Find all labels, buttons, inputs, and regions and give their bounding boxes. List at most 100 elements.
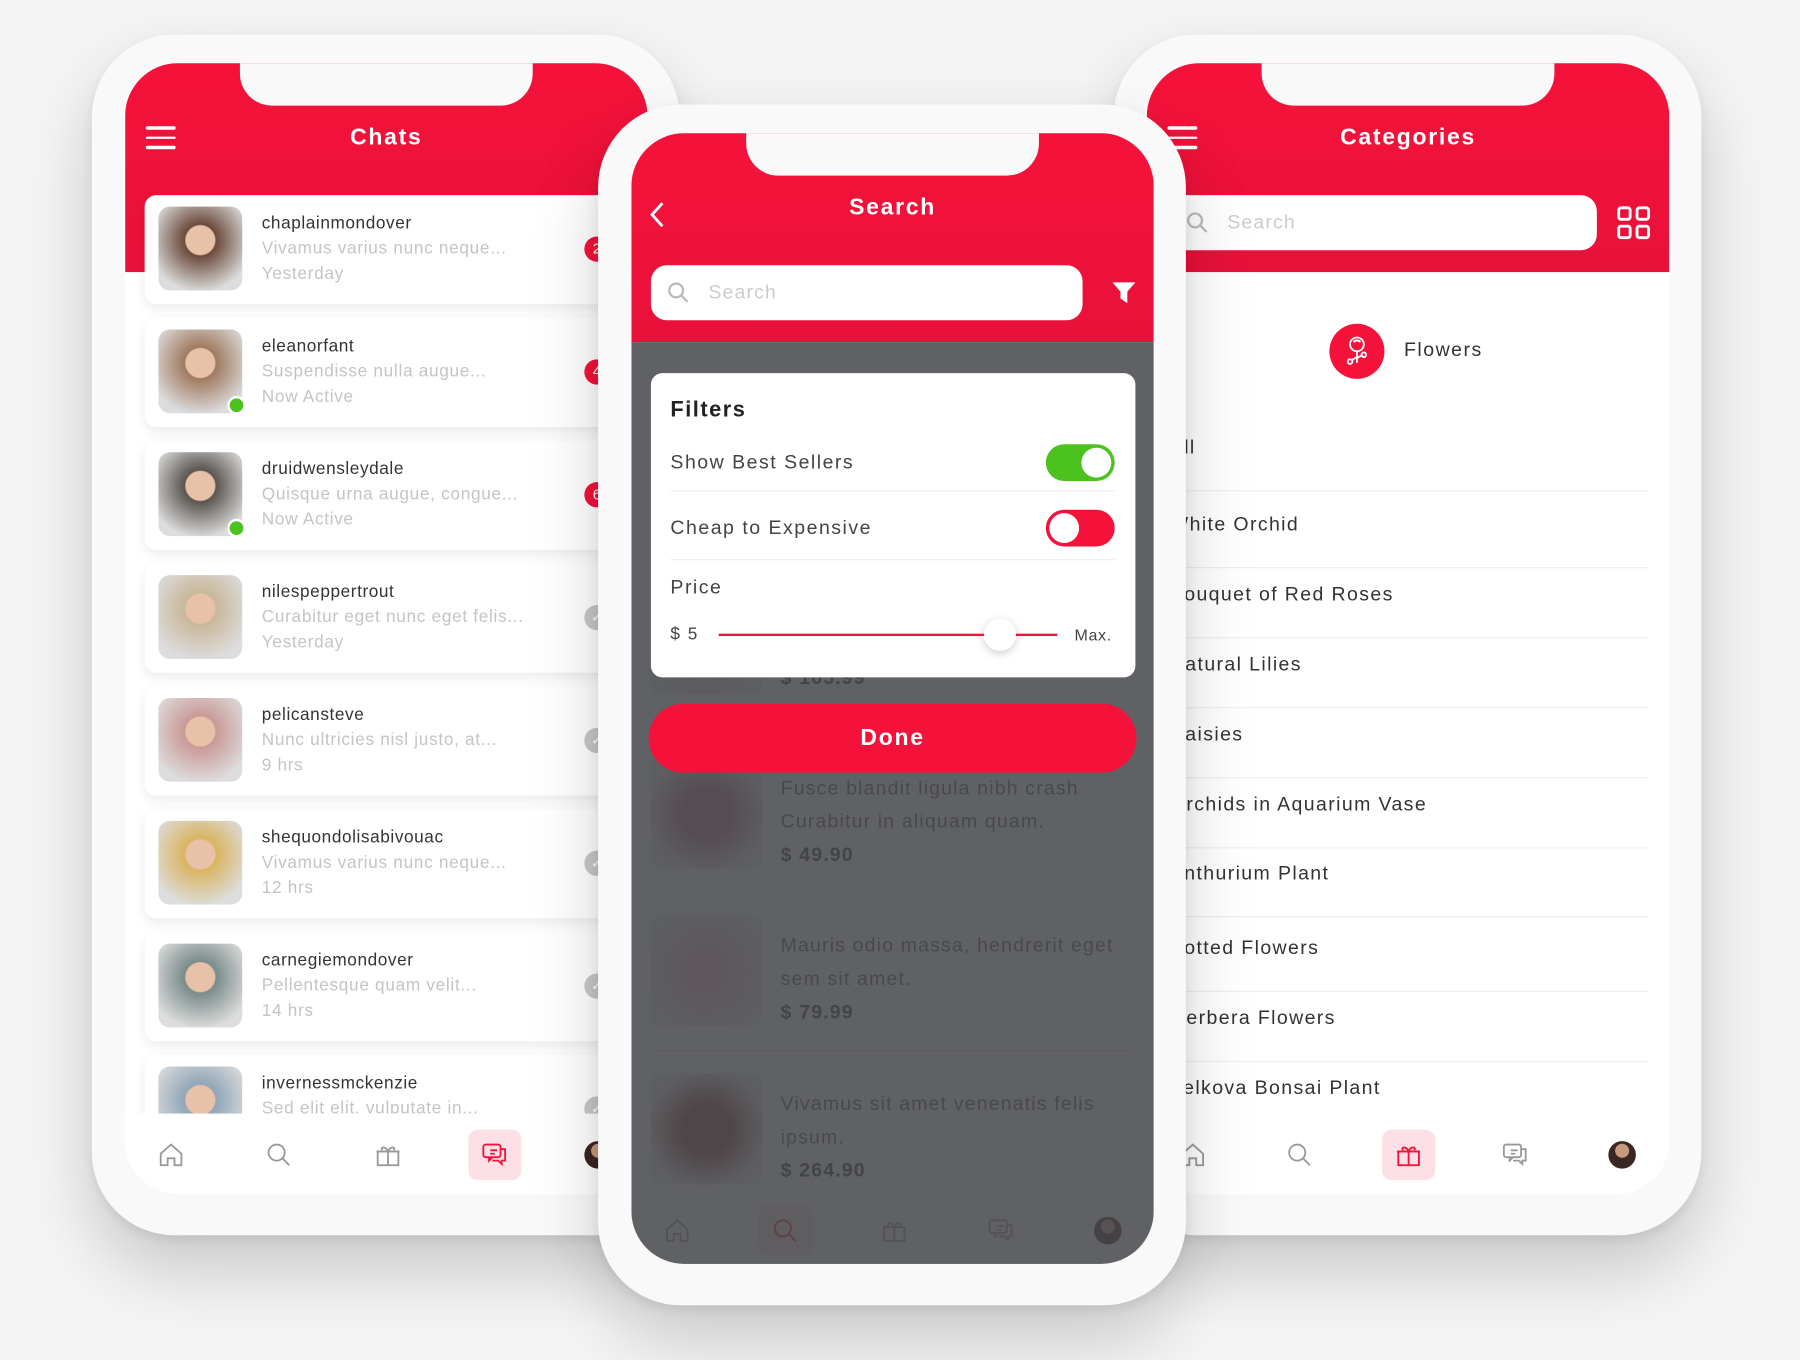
chat-list-item[interactable]: nilespeppertrout Curabitur eget nunc eget…	[144, 563, 648, 673]
gift-icon	[1397, 1146, 1421, 1167]
cheap-to-expensive-label: Cheap to Expensive	[670, 516, 872, 539]
notch	[1261, 63, 1555, 106]
online-indicator	[227, 396, 246, 415]
search-icon	[668, 282, 689, 303]
price-slider-thumb[interactable]	[983, 618, 1016, 651]
divider	[1169, 567, 1649, 569]
chat-time: Yesterday	[261, 632, 344, 653]
nav-home[interactable]	[145, 1130, 198, 1181]
price-min-label: $ 5	[670, 624, 699, 645]
chat-name: pelicansteve	[261, 704, 365, 725]
search-input[interactable]: Search	[1169, 195, 1597, 251]
chat-message-preview: Vivamus varius nunc neque...	[261, 852, 507, 873]
category-item[interactable]: Potted Flowers	[1170, 937, 1319, 960]
divider	[1169, 990, 1649, 992]
notch	[239, 63, 533, 106]
category-item[interactable]: Anthurium Plant	[1170, 862, 1330, 885]
filters-title: Filters	[670, 398, 747, 423]
chats-phone: Chats chaplainmondover Vivamus varius nun…	[91, 34, 680, 1236]
divider	[1169, 1060, 1649, 1062]
avatar	[158, 575, 243, 659]
category-item[interactable]: White Orchid	[1170, 513, 1299, 536]
nav-gift[interactable]	[362, 1130, 415, 1181]
chat-time: 9 hrs	[261, 755, 304, 775]
best-sellers-label: Show Best Sellers	[670, 451, 855, 473]
chat-time: 14 hrs	[261, 1001, 314, 1021]
chat-name: carnegiemondover	[261, 950, 414, 971]
divider	[1169, 777, 1649, 779]
price-max-label: Max.	[1074, 625, 1112, 645]
nav-chat[interactable]	[468, 1129, 522, 1181]
search-icon	[267, 1143, 290, 1166]
nav-profile[interactable]	[1596, 1130, 1649, 1181]
chat-message-preview: Pellentesque quam velit...	[261, 975, 477, 996]
categories-phone: Categories Search Flowers AllWhite Orchi…	[1113, 34, 1702, 1236]
categories-screen: Categories Search Flowers AllWhite Orchi…	[1146, 63, 1670, 1194]
search-input[interactable]: Search	[650, 265, 1083, 321]
chat-list-item[interactable]: eleanorfant Suspendisse nulla augue... Now…	[144, 317, 648, 428]
online-indicator	[227, 518, 246, 538]
chat-message-preview: Curabitur eget nunc eget felis...	[261, 607, 524, 627]
notch	[746, 133, 1039, 176]
chat-name: nilespeppertrout	[261, 582, 395, 602]
search-placeholder: Search	[1227, 211, 1296, 234]
search-phone: Search Search $ 165.99Fusce blandit ligu…	[598, 104, 1186, 1306]
bottom-nav	[1146, 1113, 1670, 1194]
page-title: Categories	[1340, 125, 1476, 151]
chat-time: Yesterday	[261, 264, 344, 284]
page-title: Search	[849, 195, 937, 221]
filter-icon[interactable]	[1111, 280, 1136, 305]
done-button[interactable]: Done	[648, 703, 1137, 773]
category-item[interactable]: Bouquet of Red Roses	[1170, 583, 1394, 606]
chat-time: 12 hrs	[261, 878, 314, 898]
chat-name: invernessmckenzie	[261, 1073, 418, 1093]
page-title: Chats	[350, 125, 423, 151]
chat-list-item[interactable]: pelicansteve Nunc ultricies nisl justo, a…	[144, 686, 648, 796]
search-placeholder: Search	[708, 281, 778, 304]
category-item[interactable]: Orchids in Aquarium Vase	[1170, 793, 1427, 816]
avatar	[158, 697, 243, 782]
chat-icon	[482, 1143, 507, 1167]
search-icon	[1187, 212, 1208, 233]
divider	[670, 559, 1115, 561]
price-label: Price	[670, 576, 723, 599]
nav-chat[interactable]	[1489, 1130, 1542, 1181]
filters-panel: Filters Show Best Sellers Cheap to Expen…	[650, 373, 1136, 678]
chats-screen: Chats chaplainmondover Vivamus varius nun…	[125, 63, 648, 1194]
category-item[interactable]: Zelkova Bonsai Plant	[1170, 1077, 1381, 1100]
chat-icon	[1502, 1143, 1527, 1167]
category-item[interactable]: Gerbera Flowers	[1170, 1007, 1336, 1030]
divider	[1169, 847, 1649, 849]
nav-search[interactable]	[1273, 1130, 1326, 1181]
category-item[interactable]: Natural Lilies	[1170, 653, 1302, 676]
chat-name: druidwensleydale	[261, 459, 404, 479]
bottom-nav	[125, 1113, 648, 1194]
chat-name: eleanorfant	[261, 336, 355, 356]
chat-list-item[interactable]: druidwensleydale Quisque urna augue, cong…	[144, 440, 648, 550]
chat-message-preview: Suspendisse nulla augue...	[261, 361, 487, 382]
divider	[1169, 490, 1649, 492]
avatar	[158, 943, 243, 1028]
chat-message-preview: Quisque urna augue, congue...	[261, 484, 519, 504]
divider	[1169, 637, 1649, 639]
chat-name: shequondolisabivouac	[261, 827, 444, 848]
chat-list-item[interactable]: chaplainmondover Vivamus varius nunc nequ…	[144, 195, 648, 305]
divider	[1169, 707, 1649, 709]
chat-message-preview: Nunc ultricies nisl justo, at...	[261, 730, 498, 750]
nav-gift[interactable]	[1382, 1129, 1435, 1181]
avatar	[158, 820, 243, 905]
grid-view-icon[interactable]	[1616, 205, 1650, 240]
cheap-to-expensive-toggle[interactable]	[1045, 509, 1115, 547]
best-sellers-toggle[interactable]	[1045, 444, 1115, 482]
price-slider[interactable]	[718, 618, 1058, 651]
chat-time: Now Active	[261, 509, 354, 530]
chat-time: Now Active	[261, 386, 354, 407]
profile-avatar-icon	[1608, 1141, 1636, 1169]
nav-search[interactable]	[253, 1130, 306, 1181]
chat-list-item[interactable]: carnegiemondover Pellentesque quam velit.…	[144, 932, 648, 1042]
chat-message-preview: Vivamus varius nunc neque...	[261, 238, 507, 259]
chat-list-item[interactable]: shequondolisabivouac Vivamus varius nunc …	[144, 809, 648, 919]
divider	[670, 490, 1115, 492]
avatar	[158, 206, 243, 291]
flower-icon	[1329, 323, 1385, 379]
